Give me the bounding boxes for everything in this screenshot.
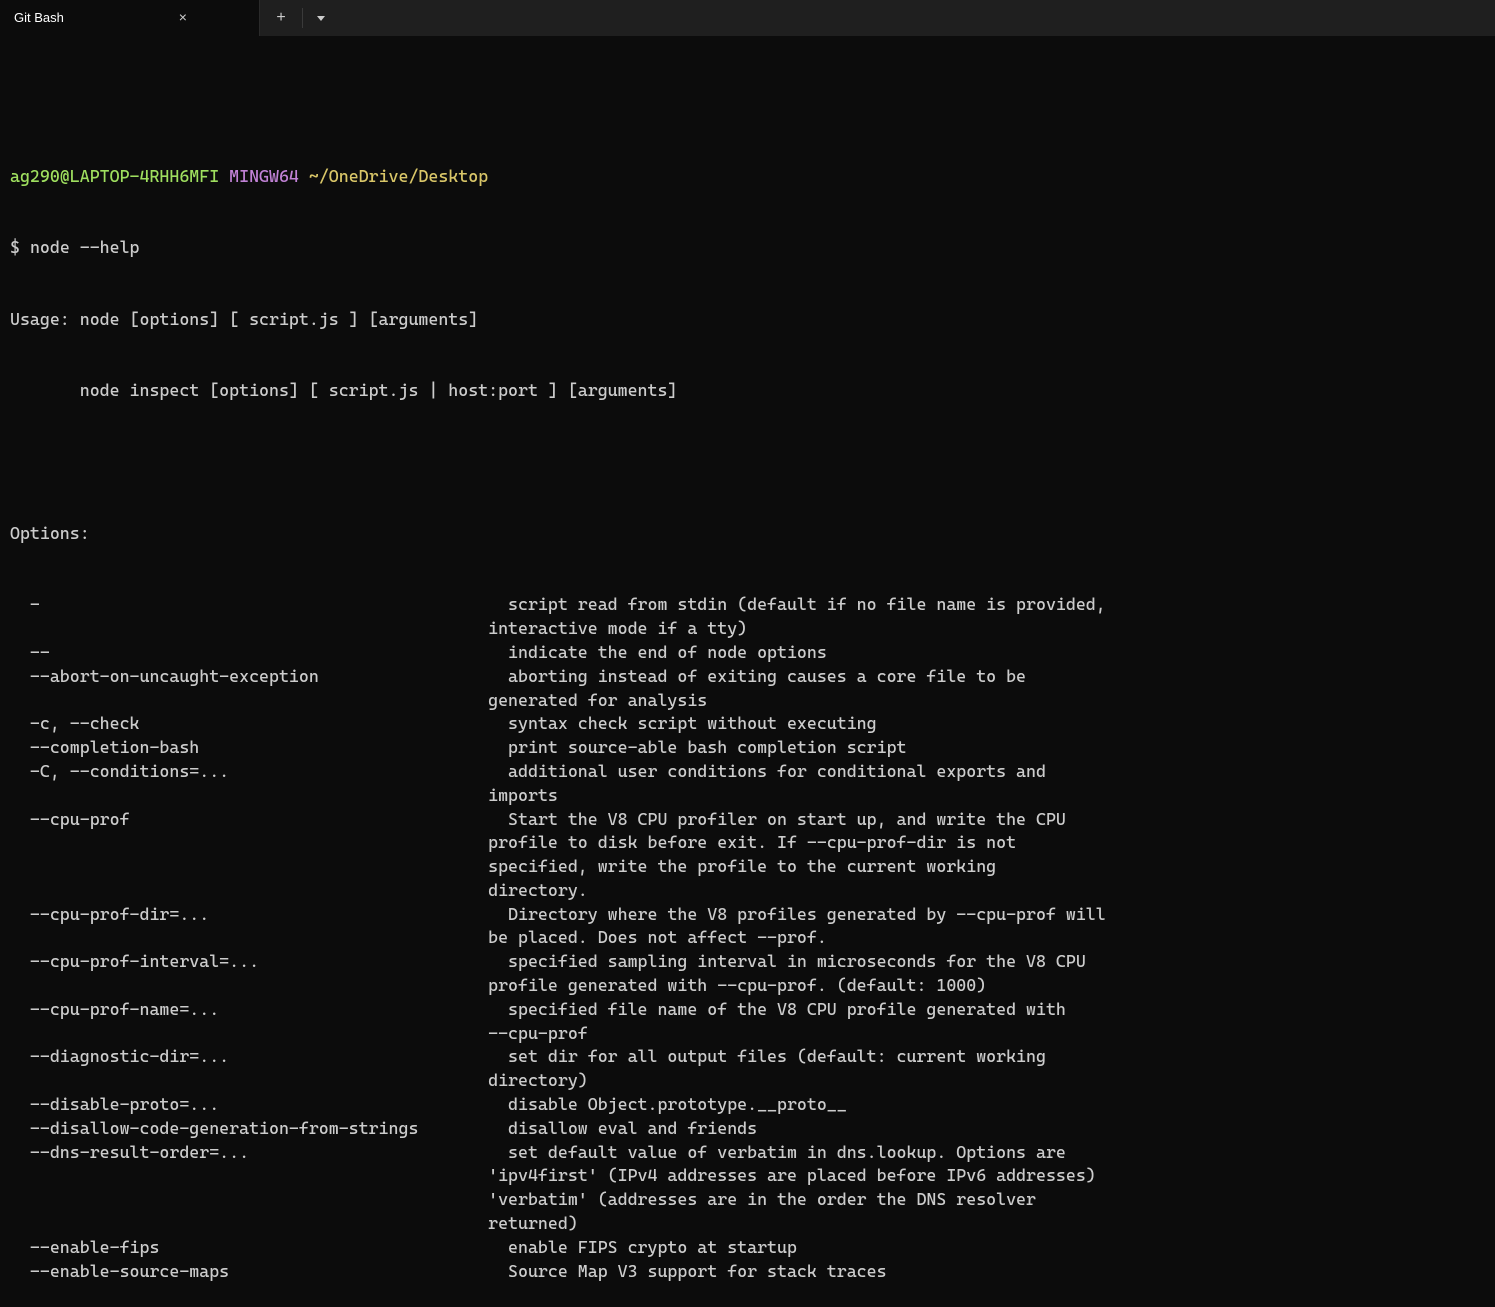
option-flag: --disallow-code-generation-from-strings [30,1117,508,1141]
prompt-symbol: $ [10,237,20,257]
option-row: -C, --conditions=... additional user con… [10,760,1485,784]
option-description: disable Object.prototype.__proto__ [508,1093,847,1117]
option-description: Directory where the V8 profiles generate… [508,903,1106,927]
option-row: --enable-source-maps Source Map V3 suppo… [10,1260,1485,1284]
option-description-cont: --cpu-prof [10,1022,1485,1046]
option-row: --cpu-prof-interval=... specified sampli… [10,950,1485,974]
option-description-cont: directory) [10,1069,1485,1093]
prompt-user-host: ag290@LAPTOP-4RHH6MFI [10,166,219,186]
option-flag: - [30,593,508,617]
option-row: -c, --check syntax check script without … [10,712,1485,736]
prompt-env: MINGW64 [229,166,299,186]
plus-icon: + [276,7,285,29]
titlebar-actions: + [260,0,335,36]
blank-line [10,94,1485,118]
option-row: --cpu-prof-name=... specified file name … [10,998,1485,1022]
option-row: --dns-result-order=... set default value… [10,1141,1485,1165]
option-description-cont: returned) [10,1212,1485,1236]
option-row: --enable-fips enable FIPS crypto at star… [10,1236,1485,1260]
option-flag: --dns-result-order=... [30,1141,508,1165]
divider [302,8,303,28]
command-text: node --help [30,237,140,257]
option-flag: --cpu-prof-name=... [30,998,508,1022]
option-description-cont: profile to disk before exit. If --cpu-pr… [10,831,1485,855]
option-description-cont: directory. [10,879,1485,903]
option-row: --disable-proto=... disable Object.proto… [10,1093,1485,1117]
option-flag: -c, --check [30,712,508,736]
option-row: --cpu-prof Start the V8 CPU profiler on … [10,808,1485,832]
option-description: disallow eval and friends [508,1117,757,1141]
option-flag: --enable-fips [30,1236,508,1260]
option-flag: -C, --conditions=... [30,760,508,784]
option-description: syntax check script without executing [508,712,877,736]
option-flag: --disable-proto=... [30,1093,508,1117]
option-row: --abort-on-uncaught-exception aborting i… [10,665,1485,689]
tab-dropdown-button[interactable] [307,0,335,36]
option-flag: --completion-bash [30,736,508,760]
option-description-cont: profile generated with --cpu-prof. (defa… [10,974,1485,998]
option-description-cont: imports [10,784,1485,808]
option-description-cont: 'verbatim' (addresses are in the order t… [10,1188,1485,1212]
option-description: indicate the end of node options [508,641,827,665]
options-header: Options: [10,522,1485,546]
option-description-cont: be placed. Does not affect --prof. [10,926,1485,950]
option-row: --diagnostic-dir=... set dir for all out… [10,1045,1485,1069]
option-description: specified file name of the V8 CPU profil… [508,998,1066,1022]
option-description: enable FIPS crypto at startup [508,1236,797,1260]
window-titlebar: Git Bash × + [0,0,1495,36]
tab-git-bash[interactable]: Git Bash × [0,0,260,36]
option-description: script read from stdin (default if no fi… [508,593,1106,617]
option-row: - script read from stdin (default if no … [10,593,1485,617]
option-description: aborting instead of exiting causes a cor… [508,665,1026,689]
option-description-cont: interactive mode if a tty) [10,617,1485,641]
option-description: set default value of verbatim in dns.loo… [508,1141,1066,1165]
option-description: specified sampling interval in microseco… [508,950,1086,974]
tab-title: Git Bash [14,9,64,27]
chevron-down-icon [317,16,325,21]
usage-line-2: node inspect [options] [ script.js | hos… [10,379,1485,403]
usage-line-1: Usage: node [options] [ script.js ] [arg… [10,308,1485,332]
option-description-cont: specified, write the profile to the curr… [10,855,1485,879]
new-tab-button[interactable]: + [264,0,298,36]
terminal-output[interactable]: ag290@LAPTOP-4RHH6MFI MINGW64 ~/OneDrive… [0,36,1495,1307]
options-list: - script read from stdin (default if no … [10,593,1485,1283]
option-description-cont: 'ipv4first' (IPv4 addresses are placed b… [10,1164,1485,1188]
prompt-cwd: ~/OneDrive/Desktop [309,166,488,186]
close-icon[interactable]: × [174,9,192,27]
option-flag: --abort-on-uncaught-exception [30,665,508,689]
option-description: print source-able bash completion script [508,736,906,760]
option-description: set dir for all output files (default: c… [508,1045,1046,1069]
option-row: --cpu-prof-dir=... Directory where the V… [10,903,1485,927]
option-description: Source Map V3 support for stack traces [508,1260,887,1284]
option-flag: --cpu-prof-interval=... [30,950,508,974]
option-description: additional user conditions for condition… [508,760,1046,784]
option-flag: -- [30,641,508,665]
option-flag: --cpu-prof-dir=... [30,903,508,927]
option-flag: --diagnostic-dir=... [30,1045,508,1069]
command-line: $ node --help [10,236,1485,260]
blank-line [10,451,1485,475]
option-flag: --enable-source-maps [30,1260,508,1284]
option-description-cont: generated for analysis [10,689,1485,713]
option-row: -- indicate the end of node options [10,641,1485,665]
option-row: --completion-bash print source-able bash… [10,736,1485,760]
option-description: Start the V8 CPU profiler on start up, a… [508,808,1066,832]
prompt-line: ag290@LAPTOP-4RHH6MFI MINGW64 ~/OneDrive… [10,165,1485,189]
option-flag: --cpu-prof [30,808,508,832]
option-row: --disallow-code-generation-from-strings … [10,1117,1485,1141]
